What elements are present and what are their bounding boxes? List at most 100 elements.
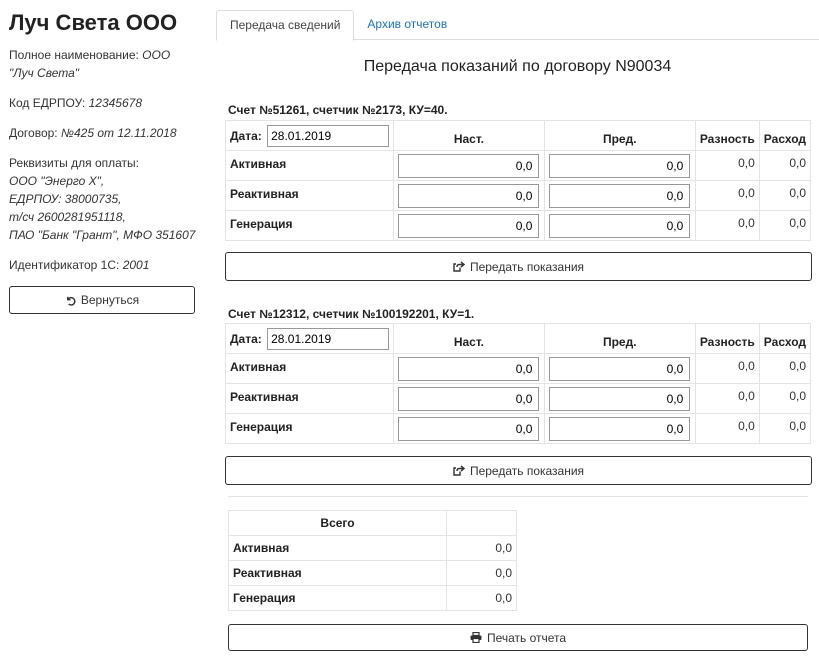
edrpou-label: Код ЕДРПОУ:	[9, 96, 86, 110]
meter-table: Дата: Наст. Пред. Разность Расход Активн…	[224, 120, 812, 241]
previous-input[interactable]	[549, 183, 691, 208]
tab-data-transfer[interactable]: Передача сведений	[216, 10, 355, 41]
previous-cell	[543, 150, 696, 181]
table-row: Активная 0,0 0,0	[224, 353, 812, 384]
row-label: Активная	[224, 150, 395, 181]
requisites-line: ПАО "Банк "Грант", МФО 351607	[9, 228, 196, 242]
col-consumption: Расход	[758, 323, 812, 354]
previous-cell	[543, 383, 696, 414]
previous-cell	[543, 180, 696, 211]
previous-input[interactable]	[549, 416, 691, 441]
row-label: Активная	[224, 353, 395, 384]
totals-header: Всего	[228, 510, 447, 536]
totals-label: Активная	[228, 535, 447, 561]
full-name-label: Полное наименование:	[9, 48, 139, 62]
table-row: Активная 0,0	[228, 535, 517, 561]
consumption-value: 0,0	[758, 383, 812, 414]
tab-reports-archive[interactable]: Архив отчетов	[354, 10, 460, 41]
date-input[interactable]	[267, 327, 390, 350]
table-row: Генерация 0,0 0,0	[224, 210, 812, 241]
requisites-line: ЕДРПОУ: 38000735,	[9, 192, 122, 206]
current-cell	[393, 353, 545, 384]
tab-bar: Передача сведений Архив отчетов	[216, 10, 819, 41]
col-previous: Пред.	[543, 120, 696, 151]
requisites-line: т/сч 2600281951118,	[9, 210, 126, 224]
consumption-value: 0,0	[758, 180, 812, 211]
difference-value: 0,0	[694, 150, 760, 181]
consumption-value: 0,0	[758, 210, 812, 241]
current-input[interactable]	[398, 416, 540, 441]
previous-input[interactable]	[549, 213, 691, 238]
table-row: Активная 0,0 0,0	[224, 150, 812, 181]
col-current: Наст.	[393, 323, 545, 354]
full-name-info: Полное наименование: ООО "Луч Света"	[9, 46, 197, 82]
meter-title: Счет №51261, счетчик №2173, КУ=40.	[228, 103, 448, 117]
edrpou-info: Код ЕДРПОУ: 12345678	[9, 94, 197, 112]
row-label: Генерация	[224, 413, 395, 444]
table-row: Генерация 0,0	[228, 585, 517, 611]
col-difference: Разность	[694, 323, 760, 354]
current-input[interactable]	[398, 183, 540, 208]
date-input[interactable]	[267, 124, 390, 147]
difference-value: 0,0	[694, 383, 760, 414]
row-label: Реактивная	[224, 383, 395, 414]
col-previous: Пред.	[543, 323, 696, 354]
col-consumption: Расход	[758, 120, 812, 151]
table-row: Реактивная 0,0 0,0	[224, 383, 812, 414]
previous-cell	[543, 413, 696, 444]
requisites-info: Реквизиты для оплаты: ООО "Энерго Х", ЕД…	[9, 154, 197, 244]
totals-label: Реактивная	[228, 560, 447, 586]
totals-value: 0,0	[446, 560, 517, 586]
date-label: Дата:	[230, 128, 262, 143]
col-current: Наст.	[393, 120, 545, 151]
submit-readings-button[interactable]: Передать показания	[225, 252, 812, 281]
current-cell	[393, 413, 545, 444]
page-title: Передача показаний по договору N90034	[363, 58, 672, 75]
share-square-icon	[453, 465, 465, 476]
current-cell	[393, 383, 545, 414]
requisites-label: Реквизиты для оплаты:	[9, 156, 140, 170]
date-label: Дата:	[230, 331, 262, 346]
consumption-value: 0,0	[758, 150, 812, 181]
edrpou-value: 12345678	[88, 96, 142, 110]
table-row: Реактивная 0,0	[228, 560, 517, 586]
sidebar: Луч Света ООО Полное наименование: ООО "…	[9, 10, 197, 314]
submit-readings-label: Передать показания	[469, 463, 585, 478]
contract-label: Договор:	[9, 126, 58, 140]
totals-value: 0,0	[446, 535, 517, 561]
table-row: Генерация 0,0 0,0	[224, 413, 812, 444]
company-name: Луч Света ООО	[9, 10, 178, 35]
current-input[interactable]	[398, 153, 540, 178]
id1c-info: Идентификатор 1С: 2001	[9, 256, 197, 274]
current-input[interactable]	[398, 386, 540, 411]
back-button[interactable]: Вернуться	[9, 286, 195, 314]
print-report-label: Печать отчета	[486, 630, 567, 645]
previous-cell	[543, 353, 696, 384]
id1c-value: 2001	[122, 258, 150, 272]
previous-input[interactable]	[549, 153, 691, 178]
totals-label: Генерация	[228, 585, 447, 611]
contract-info: Договор: №425 от 12.11.2018	[9, 124, 197, 142]
current-input[interactable]	[398, 356, 540, 381]
current-cell	[393, 210, 545, 241]
print-report-button[interactable]: Печать отчета	[228, 624, 808, 651]
current-cell	[393, 150, 545, 181]
totals-header-empty	[446, 510, 517, 536]
previous-input[interactable]	[549, 386, 691, 411]
share-square-icon	[453, 261, 465, 272]
difference-value: 0,0	[694, 413, 760, 444]
submit-readings-button[interactable]: Передать показания	[225, 456, 812, 485]
meter-header-row: Дата: Наст. Пред. Разность Расход	[224, 120, 812, 151]
totals-value: 0,0	[446, 585, 517, 611]
difference-value: 0,0	[694, 180, 760, 211]
date-cell: Дата:	[224, 120, 395, 151]
row-label: Генерация	[224, 210, 395, 241]
row-label: Реактивная	[224, 180, 395, 211]
consumption-value: 0,0	[758, 413, 812, 444]
contract-value: №425 от 12.11.2018	[61, 126, 177, 140]
difference-value: 0,0	[694, 210, 760, 241]
id1c-label: Идентификатор 1С:	[9, 258, 120, 272]
divider	[228, 496, 808, 497]
current-input[interactable]	[398, 213, 540, 238]
previous-input[interactable]	[549, 356, 691, 381]
